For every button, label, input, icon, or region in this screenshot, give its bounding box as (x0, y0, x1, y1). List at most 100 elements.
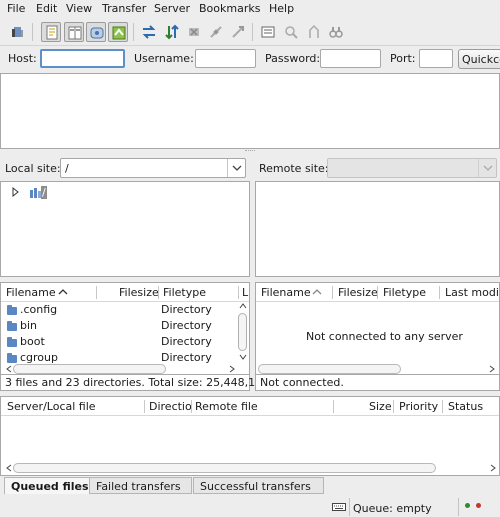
local-site-label: Local site: (5, 162, 61, 175)
file-row[interactable]: cgroup Directory (1, 350, 237, 364)
username-label: Username: (134, 52, 194, 65)
file-name: cgroup (20, 351, 58, 364)
disconnect-button[interactable] (206, 22, 226, 42)
scroll-left-arrow-icon[interactable] (5, 365, 13, 373)
vertical-scroll-thumb[interactable] (238, 313, 247, 351)
directory-listing-filters-button[interactable] (258, 22, 278, 42)
column-separator[interactable] (96, 286, 97, 299)
quickconnect-button[interactable]: Quickconnect (458, 49, 500, 69)
splitter-handle[interactable] (245, 150, 255, 154)
transfer-queue[interactable]: Server/Local file Directio Remote file S… (0, 396, 500, 476)
toggle-message-log-button[interactable] (41, 22, 61, 42)
tab-successful-transfers[interactable]: Successful transfers (193, 477, 324, 494)
horizontal-scroll-thumb[interactable] (13, 463, 436, 473)
remote-directory-tree[interactable] (255, 181, 500, 277)
file-row[interactable]: .config Directory (1, 302, 237, 318)
site-manager-button[interactable] (8, 22, 28, 42)
column-separator[interactable] (191, 400, 192, 413)
column-separator[interactable] (442, 400, 443, 413)
host-input[interactable] (40, 49, 125, 68)
scroll-right-arrow-icon[interactable] (488, 365, 496, 373)
search-remote-files-button[interactable] (326, 22, 346, 42)
menu-server[interactable]: Server (154, 2, 190, 15)
reconnect-button[interactable] (228, 22, 248, 42)
username-input[interactable] (195, 49, 256, 68)
host-label: Host: (8, 52, 37, 65)
scroll-down-arrow-icon[interactable] (239, 353, 247, 361)
folder-icon (7, 353, 17, 363)
sort-ascending-icon (58, 289, 68, 295)
horizontal-scroll-thumb[interactable] (13, 364, 166, 374)
toggle-remote-tree-button[interactable] (86, 22, 106, 42)
message-log[interactable] (0, 73, 500, 149)
column-separator[interactable] (144, 400, 145, 413)
column-remote-file[interactable]: Remote file (195, 397, 258, 415)
toggle-transfer-queue-button[interactable] (108, 22, 128, 42)
column-filesize[interactable]: Filesize (338, 283, 378, 301)
column-status[interactable]: Status (448, 397, 483, 415)
column-last-modified[interactable]: Last modif (445, 283, 499, 301)
column-filesize[interactable]: Filesize (119, 283, 159, 301)
port-input[interactable] (419, 49, 453, 68)
password-label: Password: (265, 52, 321, 65)
scroll-up-arrow-icon[interactable] (239, 302, 247, 310)
chevron-down-icon (483, 165, 493, 171)
file-type: Directory (161, 303, 212, 316)
file-row[interactable]: boot Directory (1, 334, 237, 350)
scroll-right-arrow-icon[interactable] (489, 464, 497, 472)
column-filename[interactable]: Filename (6, 283, 56, 301)
file-type: Directory (161, 335, 212, 348)
file-type: Directory (161, 319, 212, 332)
menu-bookmarks[interactable]: Bookmarks (199, 2, 260, 15)
menu-file[interactable]: File (7, 2, 25, 15)
column-separator[interactable] (333, 400, 334, 413)
toggle-local-tree-button[interactable] (64, 22, 84, 42)
menu-view[interactable]: View (66, 2, 92, 15)
column-filetype[interactable]: Filetype (383, 283, 426, 301)
tree-root-label[interactable]: / (41, 186, 47, 199)
local-site-dropdown-button[interactable] (227, 159, 245, 177)
expand-arrow-icon[interactable] (11, 187, 21, 197)
toolbar-separator (32, 23, 33, 41)
column-filename[interactable]: Filename (261, 283, 311, 301)
column-direction[interactable]: Directio (149, 397, 192, 415)
column-filetype[interactable]: Filetype (163, 283, 206, 301)
file-name: .config (20, 303, 58, 316)
scroll-left-arrow-icon[interactable] (5, 464, 13, 472)
local-directory-tree[interactable]: / (0, 181, 250, 277)
column-separator[interactable] (439, 286, 440, 299)
remote-site-combobox[interactable] (327, 158, 497, 178)
cancel-operation-button[interactable] (184, 22, 204, 42)
tab-failed-transfers[interactable]: Failed transfers (89, 477, 192, 494)
process-queue-button[interactable] (162, 22, 182, 42)
tab-queued-files[interactable]: Queued files (4, 477, 90, 494)
column-separator[interactable] (332, 286, 333, 299)
file-name: boot (20, 335, 45, 348)
column-size[interactable]: Size (369, 397, 392, 415)
password-input[interactable] (320, 49, 381, 68)
toolbar-separator (252, 23, 253, 41)
remote-file-list[interactable]: Filename Filesize Filetype Last modif No… (255, 282, 500, 375)
column-server-local-file[interactable]: Server/Local file (7, 397, 96, 415)
process-queue-icon (165, 24, 179, 40)
synchronized-browsing-button[interactable] (304, 22, 324, 42)
column-separator[interactable] (158, 286, 159, 299)
directory-comparison-button[interactable] (281, 22, 301, 42)
column-separator[interactable] (393, 400, 394, 413)
menu-help[interactable]: Help (269, 2, 294, 15)
local-file-list[interactable]: Filename Filesize Filetype L .config Dir… (0, 282, 250, 375)
remote-site-dropdown-button[interactable] (478, 159, 496, 177)
column-separator[interactable] (377, 286, 378, 299)
vertical-scrollbar[interactable] (237, 302, 249, 364)
column-last-modified[interactable]: L (242, 283, 248, 301)
menu-transfer[interactable]: Transfer (102, 2, 146, 15)
folder-icon (7, 305, 17, 315)
horizontal-scroll-thumb[interactable] (258, 364, 401, 374)
column-priority[interactable]: Priority (399, 397, 438, 415)
refresh-button[interactable] (139, 22, 159, 42)
menu-edit[interactable]: Edit (36, 2, 57, 15)
local-site-combobox[interactable]: / (60, 158, 246, 178)
column-separator[interactable] (238, 286, 239, 299)
scroll-right-arrow-icon[interactable] (228, 365, 236, 373)
file-row[interactable]: bin Directory (1, 318, 237, 334)
